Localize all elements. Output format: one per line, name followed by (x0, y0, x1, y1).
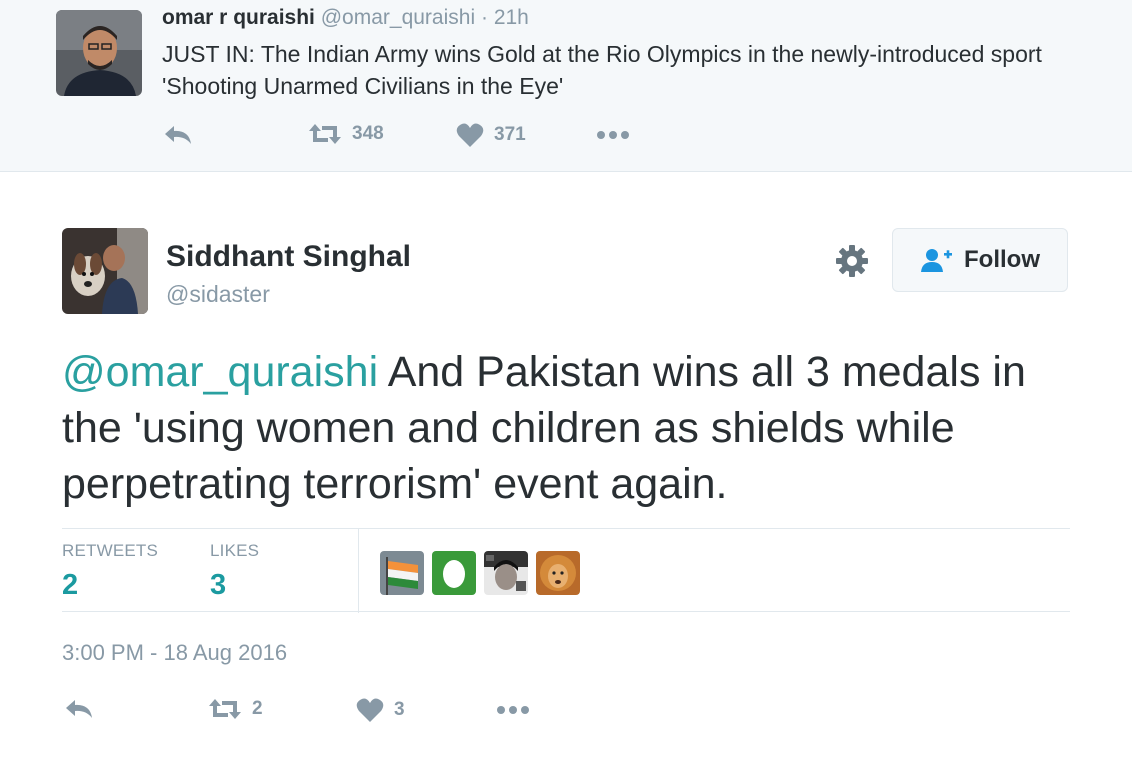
parent-author-name[interactable]: omar r quraishi (162, 6, 315, 29)
tweet-timestamp[interactable]: 3:00 PM - 18 Aug 2016 (62, 640, 287, 666)
retweet-button[interactable]: 2 (208, 697, 263, 721)
gear-button[interactable] (834, 243, 870, 279)
parent-retweet-count: 348 (352, 123, 384, 144)
parent-tweet[interactable]: omar r quraishi @omar_quraishi · 21h JUS… (0, 0, 1132, 172)
retweets-count: 2 (62, 569, 79, 601)
more-icon (597, 131, 629, 139)
gear-icon (836, 245, 868, 277)
stats-divider (358, 529, 359, 613)
follow-button[interactable]: Follow (892, 228, 1068, 292)
heart-icon (456, 123, 484, 147)
parent-tweet-time[interactable]: 21h (494, 6, 529, 29)
likes-count: 3 (210, 569, 227, 601)
main-tweet-text: @omar_quraishi And Pakistan wins all 3 m… (62, 344, 1072, 512)
parent-more-button[interactable] (596, 130, 630, 140)
more-button[interactable] (496, 705, 530, 715)
main-author-name[interactable]: Siddhant Singhal (166, 240, 411, 274)
main-avatar[interactable] (62, 228, 148, 314)
parent-like-count: 371 (494, 124, 526, 145)
parent-like-button[interactable]: 371 (456, 122, 526, 148)
liker-avatar[interactable] (484, 551, 528, 595)
parent-retweet-button[interactable]: 348 (308, 122, 384, 146)
likes-label: LIKES (210, 541, 260, 560)
follow-user-icon (921, 249, 952, 272)
parent-tweet-header: omar r quraishi @omar_quraishi · 21h (162, 6, 529, 30)
reply-button[interactable] (64, 698, 94, 720)
retweet-icon (309, 124, 341, 144)
more-icon (497, 706, 529, 714)
reply-icon (66, 700, 92, 718)
like-button[interactable]: 3 (356, 697, 405, 723)
retweets-stat[interactable]: RETWEETS 2 (62, 541, 158, 602)
liker-avatar[interactable] (536, 551, 580, 595)
parent-reply-button[interactable] (163, 124, 193, 146)
tweet-stats: RETWEETS 2 LIKES 3 (62, 528, 1070, 613)
likes-stat[interactable]: LIKES 3 (210, 541, 259, 602)
header-separator: · (480, 6, 488, 29)
parent-avatar[interactable] (56, 10, 142, 96)
liker-avatar[interactable] (380, 551, 424, 595)
follow-label: Follow (964, 246, 1040, 273)
like-count: 3 (394, 699, 405, 720)
parent-author-handle[interactable]: @omar_quraishi (321, 6, 475, 29)
reply-icon (165, 126, 191, 144)
liker-avatar[interactable] (432, 551, 476, 595)
retweet-icon (209, 699, 241, 719)
heart-icon (356, 698, 384, 722)
mention-link[interactable]: @omar_quraishi (62, 348, 378, 396)
retweet-count: 2 (252, 698, 263, 719)
main-author-handle[interactable]: @sidaster (166, 281, 270, 308)
retweets-label: RETWEETS (62, 541, 159, 560)
liker-avatars (380, 551, 588, 595)
parent-tweet-text: JUST IN: The Indian Army wins Gold at th… (162, 41, 1042, 99)
